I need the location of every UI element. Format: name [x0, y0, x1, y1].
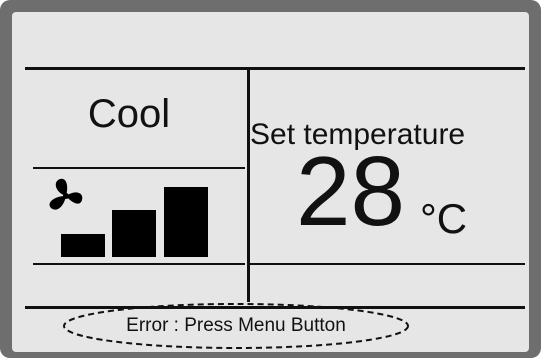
center-divider — [247, 70, 250, 302]
fan-speed-bar-1 — [61, 234, 105, 257]
mode-label: Cool — [87, 92, 171, 136]
temperature-divider — [250, 263, 525, 265]
fan-icon — [49, 178, 83, 210]
temperature-unit: °C — [420, 195, 468, 242]
mode-divider — [33, 167, 245, 169]
top-divider — [25, 67, 525, 70]
fan-speed-bar-3 — [164, 187, 208, 257]
error-message: Error : Press Menu Button — [126, 315, 346, 336]
temperature-value: 28 — [296, 136, 406, 246]
fan-speed-bar-2 — [112, 210, 156, 257]
fan-divider — [33, 263, 245, 265]
